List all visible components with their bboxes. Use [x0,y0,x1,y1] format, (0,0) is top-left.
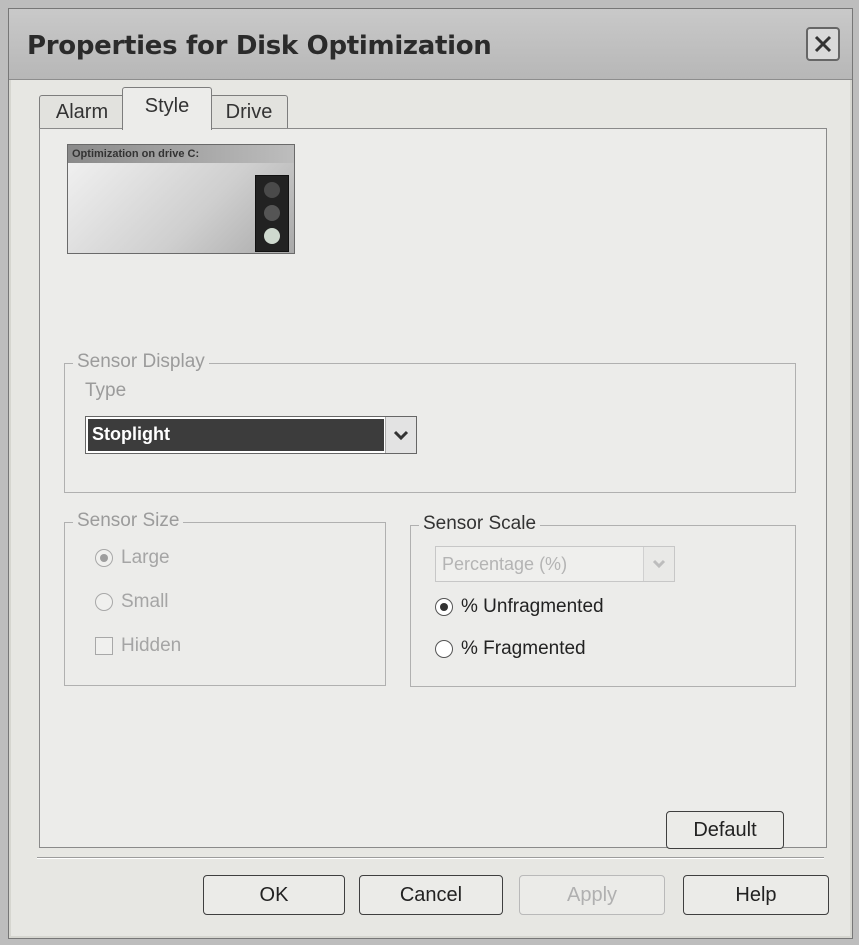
radio-checked-icon [95,549,113,567]
size-small-label: Small [121,591,169,612]
title-bar[interactable]: Properties for Disk Optimization [9,9,852,80]
radio-unchecked-icon [95,593,113,611]
type-label: Type [85,380,127,401]
sensor-preview: Optimization on drive C: [67,144,295,254]
chevron-down-icon [652,559,666,569]
cancel-button[interactable]: Cancel [359,875,503,915]
type-select-arrow[interactable] [385,417,416,453]
type-select-value: Stoplight [88,419,384,451]
stoplight-icon [255,175,289,252]
stoplight-yellow-light [264,205,280,221]
radio-checked-icon [435,598,453,616]
unfragmented-label: % Unfragmented [461,596,604,617]
close-icon [814,35,832,53]
ok-button[interactable]: OK [203,875,345,915]
scale-select[interactable]: Percentage (%) [435,546,675,582]
sensor-scale-group: Sensor Scale Percentage (%) % Unfragment… [410,513,796,687]
radio-unchecked-icon [435,640,453,658]
tab-style[interactable]: Style [122,87,212,130]
stoplight-red-light [264,182,280,198]
checkbox-icon [95,637,113,655]
hidden-checkbox[interactable]: Hidden [95,635,181,657]
help-button[interactable]: Help [683,875,829,915]
apply-button[interactable]: Apply [519,875,665,915]
type-select[interactable]: Stoplight [85,416,417,454]
hidden-label: Hidden [121,635,182,656]
properties-dialog: Properties for Disk Optimization Alarm S… [8,8,853,939]
window-title: Properties for Disk Optimization [27,31,492,61]
tab-drive[interactable]: Drive [210,95,288,129]
size-small-radio[interactable]: Small [95,591,169,613]
size-large-label: Large [121,547,170,568]
sensor-display-group: Sensor Display Type Stoplight [64,351,796,493]
preview-header: Optimization on drive C: [68,145,294,163]
chevron-down-icon [393,430,409,441]
close-button[interactable] [806,27,840,61]
sensor-size-legend: Sensor Size [73,510,184,532]
scale-select-value: Percentage (%) [442,554,568,574]
fragmented-radio[interactable]: % Fragmented [435,638,586,660]
style-tab-panel: Optimization on drive C: Sensor Display … [39,128,827,849]
sensor-size-group: Sensor Size Large Small Hidden [64,510,386,686]
stoplight-green-light [264,228,280,244]
sensor-display-legend: Sensor Display [73,351,209,373]
sensor-scale-legend: Sensor Scale [419,513,541,535]
size-large-radio[interactable]: Large [95,547,170,569]
tab-alarm[interactable]: Alarm [39,95,125,129]
fragmented-label: % Fragmented [461,638,586,659]
default-button[interactable]: Default [666,811,784,849]
unfragmented-radio[interactable]: % Unfragmented [435,596,604,618]
scale-select-arrow[interactable] [643,547,674,581]
dialog-divider [37,857,824,859]
